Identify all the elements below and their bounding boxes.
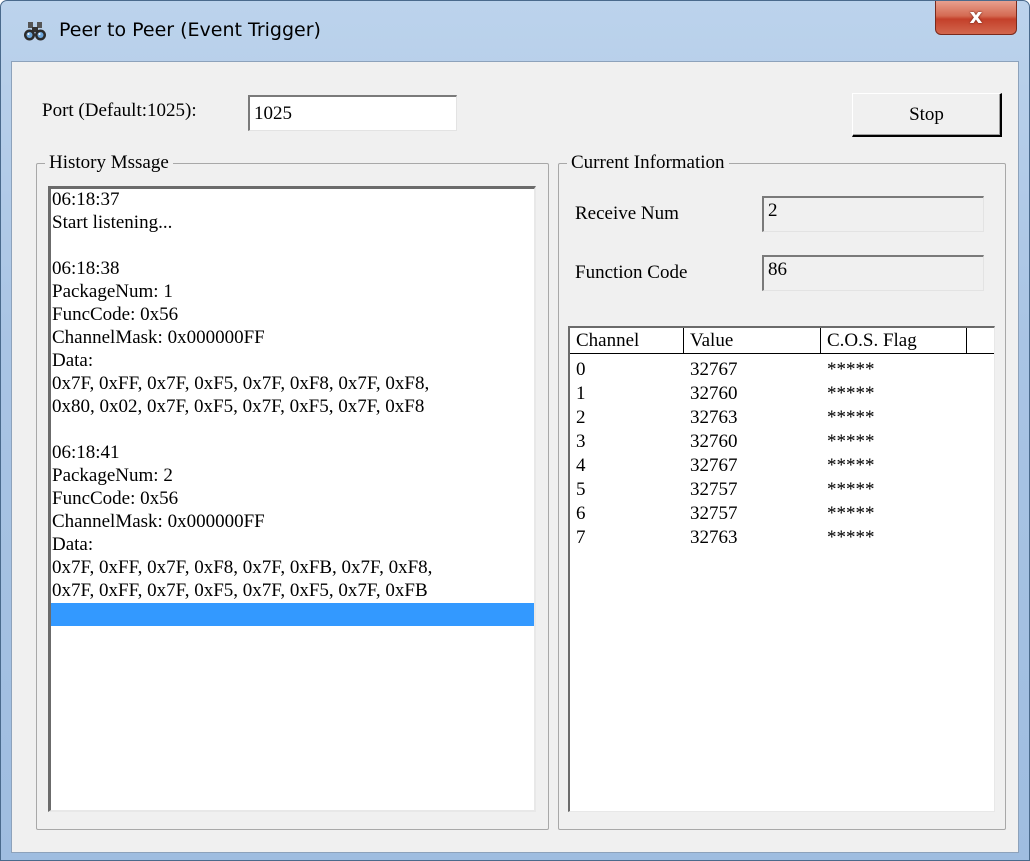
stop-button[interactable]: Stop [852, 93, 1002, 137]
history-line[interactable]: ChannelMask: 0x000000FF [51, 511, 534, 534]
history-line[interactable]: 06:18:38 [51, 258, 534, 281]
window-title: Peer to Peer (Event Trigger) [59, 19, 321, 41]
history-line[interactable]: FuncCode: 0x56 [51, 488, 534, 511]
cos-flag-cell: ***** [827, 503, 875, 524]
column-header-value[interactable]: Value [684, 328, 821, 354]
port-input[interactable] [248, 95, 457, 131]
channel-row[interactable]: 4 32767 ***** [570, 454, 994, 478]
close-icon: x [969, 4, 983, 28]
channel-row[interactable]: 5 32757 ***** [570, 478, 994, 502]
history-line[interactable]: 0x7F, 0xFF, 0x7F, 0xF5, 0x7F, 0xF5, 0x7F… [51, 580, 534, 603]
channel-row[interactable]: 1 32760 ***** [570, 382, 994, 406]
cos-flag-cell: ***** [827, 479, 875, 500]
cos-flag-cell: ***** [827, 527, 875, 548]
column-header-channel[interactable]: Channel [570, 328, 684, 354]
cos-flag-cell: ***** [827, 383, 875, 404]
channel-row[interactable]: 0 32767 ***** [570, 358, 994, 382]
channel-cell: 3 [576, 431, 586, 452]
history-line[interactable]: Data: [51, 534, 534, 557]
channel-cell: 1 [576, 383, 586, 404]
value-cell: 32767 [690, 359, 738, 380]
history-lines: 06:18:37 Start listening... 06:18:38 Packag… [51, 189, 534, 626]
history-line[interactable]: 06:18:41 [51, 442, 534, 465]
channel-cell: 0 [576, 359, 586, 380]
history-line[interactable]: 0x80, 0x02, 0x7F, 0xF5, 0x7F, 0xF5, 0x7F… [51, 396, 534, 419]
cos-flag-cell: ***** [827, 407, 875, 428]
value-cell: 32757 [690, 479, 738, 500]
history-line[interactable]: ChannelMask: 0x000000FF [51, 327, 534, 350]
value-cell: 32760 [690, 383, 738, 404]
channel-cell: 5 [576, 479, 586, 500]
function-code-field[interactable]: 86 [762, 255, 984, 291]
cos-flag-cell: ***** [827, 455, 875, 476]
history-line[interactable]: 06:18:37 [51, 189, 534, 212]
channel-cell: 7 [576, 527, 586, 548]
value-cell: 32760 [690, 431, 738, 452]
channel-cell: 4 [576, 455, 586, 476]
dialog-client-area: Port (Default:1025): Stop History Mssage… [11, 61, 1019, 853]
port-label: Port (Default:1025): [42, 100, 197, 121]
function-code-label: Function Code [575, 262, 688, 283]
cos-flag-cell: ***** [827, 359, 875, 380]
value-cell: 32763 [690, 407, 738, 428]
history-line[interactable] [51, 419, 534, 442]
close-button[interactable]: x [935, 1, 1017, 35]
history-line[interactable]: FuncCode: 0x56 [51, 304, 534, 327]
receive-num-field[interactable]: 2 [762, 196, 984, 232]
cos-flag-cell: ***** [827, 431, 875, 452]
channel-list-view[interactable]: Channel Value C.O.S. Flag 0 32767 ***** 1 32… [568, 326, 995, 812]
app-window: Peer to Peer (Event Trigger) x Port (Def… [0, 0, 1030, 861]
channel-cell: 2 [576, 407, 586, 428]
title-bar[interactable]: Peer to Peer (Event Trigger) x [1, 1, 1029, 61]
channel-row[interactable]: 7 32763 ***** [570, 526, 994, 550]
history-line[interactable] [51, 603, 534, 626]
column-header-cos-flag[interactable]: C.O.S. Flag [821, 328, 967, 354]
history-line[interactable]: Start listening... [51, 212, 534, 235]
history-line[interactable]: PackageNum: 1 [51, 281, 534, 304]
value-cell: 32757 [690, 503, 738, 524]
history-line[interactable]: 0x7F, 0xFF, 0x7F, 0xF5, 0x7F, 0xF8, 0x7F… [51, 373, 534, 396]
history-line[interactable]: Data: [51, 350, 534, 373]
value-cell: 32767 [690, 455, 738, 476]
receive-num-label: Receive Num [575, 203, 679, 224]
channel-row[interactable]: 6 32757 ***** [570, 502, 994, 526]
value-cell: 32763 [690, 527, 738, 548]
channel-row[interactable]: 3 32760 ***** [570, 430, 994, 454]
current-info-group-title: Current Information [567, 151, 729, 175]
history-group-title: History Mssage [45, 151, 173, 175]
history-line[interactable]: 0x7F, 0xFF, 0x7F, 0xF8, 0x7F, 0xFB, 0x7F… [51, 557, 534, 580]
binoculars-icon [23, 21, 47, 43]
channel-list-header: Channel Value C.O.S. Flag [570, 328, 994, 354]
channel-row[interactable]: 2 32763 ***** [570, 406, 994, 430]
history-line[interactable]: PackageNum: 2 [51, 465, 534, 488]
history-line[interactable] [51, 235, 534, 258]
history-message-list[interactable]: 06:18:37 Start listening... 06:18:38 Packag… [48, 186, 536, 812]
channel-cell: 6 [576, 503, 586, 524]
column-header-filler [967, 328, 994, 354]
